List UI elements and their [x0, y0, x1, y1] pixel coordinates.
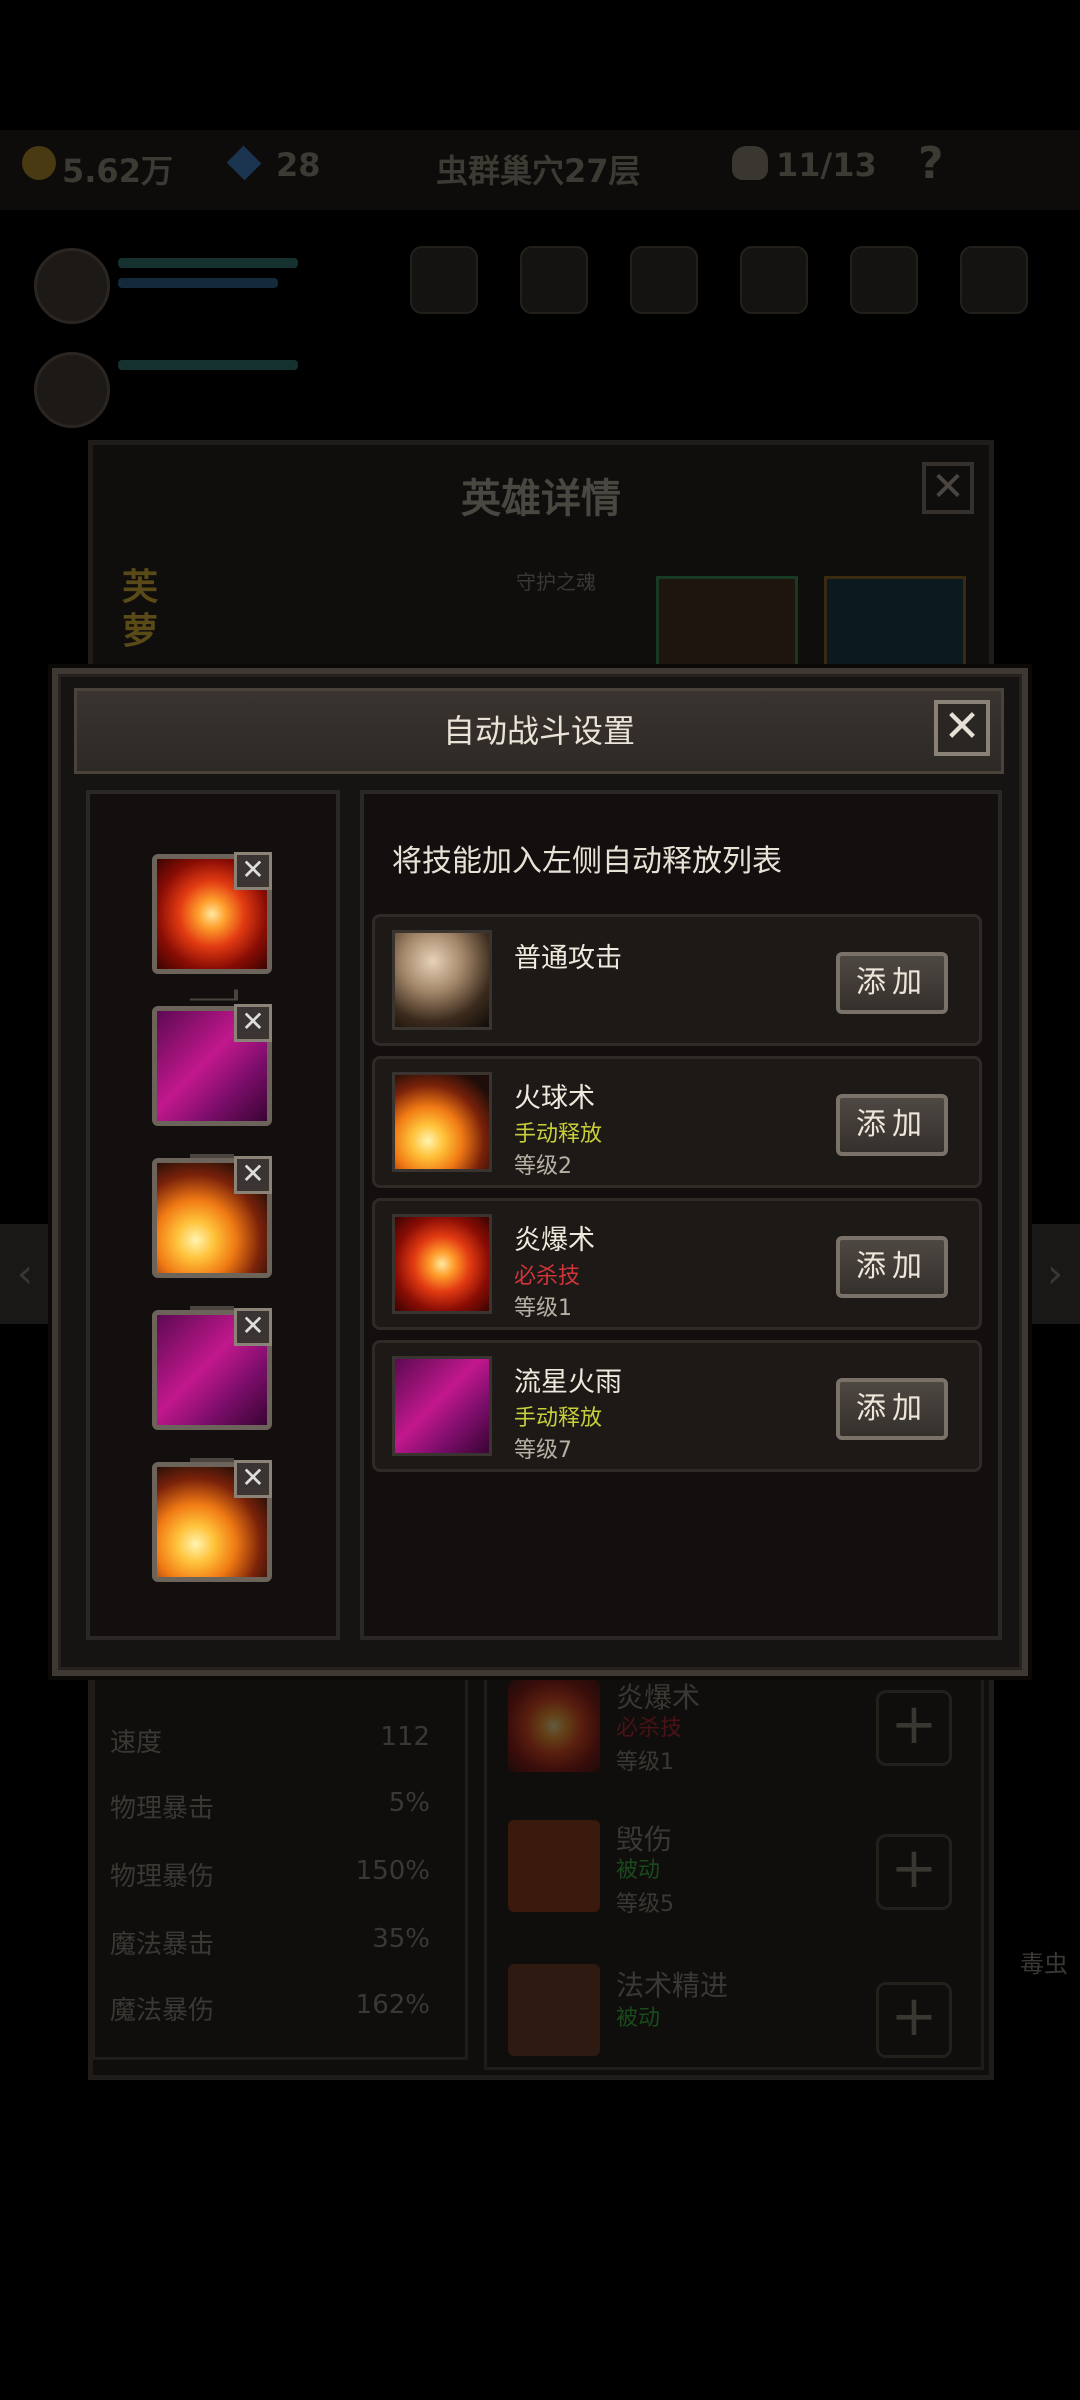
- help-button[interactable]: ?: [918, 138, 944, 189]
- next-hero-arrow[interactable]: ›: [1030, 1224, 1080, 1324]
- chevron-down-icon: [190, 989, 238, 1001]
- meteor-rain-icon: [392, 1356, 492, 1456]
- add-skill-button[interactable]: 添加: [836, 1236, 948, 1298]
- add-skill-button[interactable]: +: [876, 1982, 952, 2058]
- skill-level: 等级2: [514, 1154, 572, 1179]
- skill-tag: 手动释放: [514, 1406, 603, 1431]
- fire-vortex-icon: [508, 1680, 600, 1772]
- skill-tag: 必杀技: [616, 1716, 683, 1741]
- skill-tag: 被动: [616, 2006, 661, 2031]
- skill-level: 等级5: [616, 1892, 674, 1917]
- locked-slot[interactable]: [960, 246, 1028, 314]
- skill-tag: 被动: [616, 1858, 661, 1883]
- team-slot[interactable]: [410, 246, 478, 314]
- stat-row: 魔法暴伤 162%: [110, 1990, 430, 2026]
- prev-hero-arrow[interactable]: ‹: [0, 1224, 50, 1324]
- skill-name: 法术精进: [616, 1969, 729, 2002]
- hero-details-close-button[interactable]: ✕: [922, 462, 974, 514]
- dialog-title: 自动战斗设置: [442, 712, 635, 750]
- chevron-down-icon: [190, 1288, 234, 1310]
- kill-count: 11/13: [776, 146, 877, 184]
- hero-mp-bar: [118, 278, 278, 288]
- skill-name: 流星火雨: [514, 1367, 622, 1398]
- top-resource-bar: 5.62万 28 虫群巢穴27层 11/13 ?: [0, 130, 1080, 210]
- skill-tag: 手动释放: [514, 1122, 603, 1147]
- skill-name: 火球术: [514, 1083, 595, 1114]
- equipment-slot-amulet[interactable]: [824, 576, 966, 672]
- remove-queue-item-button[interactable]: ✕: [234, 1460, 272, 1498]
- close-icon: ✕: [943, 701, 981, 752]
- gold-amount: 5.62万: [62, 152, 173, 190]
- stat-row: 速度 112: [110, 1722, 430, 1758]
- hero-hp-bar: [118, 258, 298, 268]
- fire-vortex-icon: [392, 1214, 492, 1314]
- equipment-slot-helmet[interactable]: [656, 576, 798, 672]
- remove-queue-item-button[interactable]: ✕: [234, 1308, 272, 1346]
- stat-row: 物理暴击 5%: [110, 1788, 430, 1824]
- team-slot[interactable]: [850, 246, 918, 314]
- hero-hp-bar: [118, 360, 298, 370]
- team-slot[interactable]: [520, 246, 588, 314]
- stat-row: 物理暴伤 150%: [110, 1856, 430, 1892]
- hero-details-title: 英雄详情: [461, 476, 621, 522]
- skill-name: 炎爆术: [514, 1225, 595, 1256]
- hero-avatar[interactable]: [34, 248, 110, 324]
- hero-avatar[interactable]: [34, 352, 110, 428]
- close-button[interactable]: ✕: [934, 700, 990, 756]
- team-slot[interactable]: [630, 246, 698, 314]
- skill-level: 等级1: [616, 1750, 674, 1775]
- fist-icon: [392, 930, 492, 1030]
- chevron-down-icon: [190, 1136, 234, 1158]
- add-skill-button[interactable]: 添加: [836, 952, 948, 1014]
- stat-row: 魔法暴击 35%: [110, 1924, 430, 1960]
- chevron-down-icon: [190, 1440, 234, 1462]
- fireball-icon: [392, 1072, 492, 1172]
- add-skill-button[interactable]: 添加: [836, 1094, 948, 1156]
- add-skill-button[interactable]: +: [876, 1690, 952, 1766]
- skill-tag: 必杀技: [514, 1264, 581, 1289]
- skill-name: 普通攻击: [514, 943, 622, 974]
- remove-queue-item-button[interactable]: ✕: [234, 1156, 272, 1194]
- side-label: 毒虫: [1020, 1950, 1068, 1978]
- skill-level: 等级7: [514, 1438, 572, 1463]
- add-skill-button[interactable]: 添加: [836, 1378, 948, 1440]
- remove-queue-item-button[interactable]: ✕: [234, 852, 272, 890]
- damage-skill-icon: [508, 1820, 600, 1912]
- skill-level: 等级1: [514, 1296, 572, 1321]
- remove-queue-item-button[interactable]: ✕: [234, 1004, 272, 1042]
- gold-coin-icon: [22, 146, 56, 180]
- skull-icon: [732, 146, 768, 180]
- hero-name: 芙萝: [122, 567, 159, 652]
- instruction-text: 将技能加入左侧自动释放列表: [392, 844, 782, 879]
- stage-name: 虫群巢穴27层: [436, 152, 641, 190]
- team-slot[interactable]: [740, 246, 808, 314]
- spell-mastery-icon: [508, 1964, 600, 2056]
- gem-amount: 28: [276, 146, 321, 184]
- add-skill-button[interactable]: +: [876, 1834, 952, 1910]
- guardian-label: 守护之魂: [516, 570, 596, 594]
